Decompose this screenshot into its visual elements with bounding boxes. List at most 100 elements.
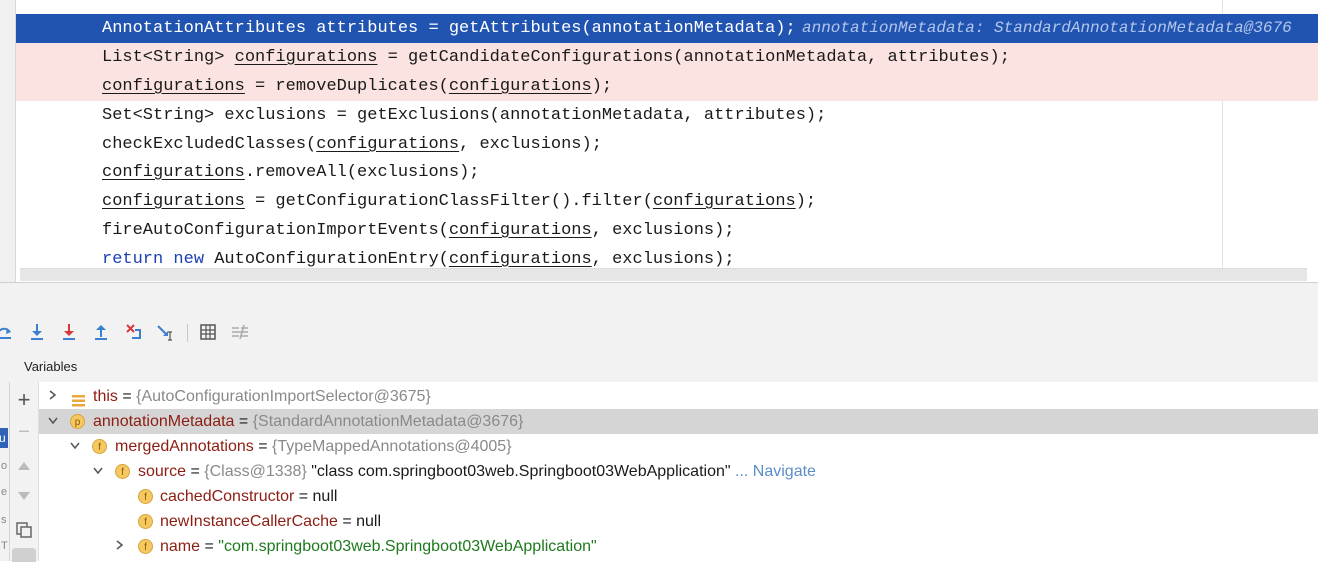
field-badge-icon: f <box>92 439 107 454</box>
variable-name: cachedConstructor <box>160 488 295 505</box>
variable-name: this <box>93 388 118 405</box>
variable-reference[interactable]: configurations <box>449 221 592 240</box>
variable-name: name <box>160 538 201 555</box>
field-badge-icon: f <box>138 539 153 554</box>
variable-value: {Class@1338} <box>204 463 307 480</box>
inline-debug-value-hint: annotationMetadata: StandardAnnotationMe… <box>802 19 1292 37</box>
tree-row-cached-constructor[interactable]: f cachedConstructor = null <box>39 484 1318 509</box>
horizontal-scrollbar[interactable] <box>20 268 1307 281</box>
tree-row-annotation-metadata[interactable]: p annotationMetadata = {StandardAnnotati… <box>39 409 1318 434</box>
tree-row-merged-annotations[interactable]: f mergedAnnotations = {TypeMappedAnnotat… <box>39 434 1318 459</box>
frames-truncated-text: s <box>1 514 7 526</box>
tree-row-name[interactable]: f name = "com.springboot03web.Springboot… <box>39 534 1318 559</box>
variable-reference[interactable]: configurations <box>235 48 378 67</box>
frames-truncated-text: o <box>1 460 8 472</box>
step-over-icon[interactable] <box>0 322 14 342</box>
code-text: , exclusions); <box>459 135 602 154</box>
variable-name: newInstanceCallerCache <box>160 513 338 530</box>
toolbar-divider <box>187 324 188 342</box>
code-text: = getConfigurationClassFilter().filter( <box>244 192 653 211</box>
variables-side-toolbar: + − <box>10 382 39 562</box>
field-badge-icon: f <box>115 464 130 479</box>
frames-truncated-text: e <box>1 486 8 498</box>
code-text: AnnotationAttributes attributes = getAtt… <box>102 19 796 38</box>
variable-value: {TypeMappedAnnotations@4005} <box>272 438 512 455</box>
tree-row-this[interactable]: this = {AutoConfigurationImportSelector@… <box>39 384 1318 409</box>
force-step-into-icon[interactable] <box>59 322 79 342</box>
variable-reference[interactable]: configurations <box>316 135 459 154</box>
code-text: fireAutoConfigurationImportEvents( <box>102 221 449 240</box>
chevron-down-icon[interactable] <box>91 459 105 484</box>
code-text: Set<String> exclusions = getExclusions(a… <box>102 106 827 125</box>
copy-icon[interactable] <box>14 520 34 540</box>
variable-name: annotationMetadata <box>93 413 235 430</box>
tree-row-source[interactable]: f source = {Class@1338} "class com.sprin… <box>39 459 1318 484</box>
debug-toolbar <box>0 316 1318 351</box>
code-text: checkExcludedClasses( <box>102 135 317 154</box>
code-line[interactable]: configurations = getConfigurationClassFi… <box>16 187 1318 216</box>
variable-reference[interactable]: configurations <box>653 192 796 211</box>
trace-current-stream-icon[interactable] <box>230 322 250 342</box>
chevron-down-icon[interactable] <box>46 409 60 434</box>
field-badge-icon: f <box>138 489 153 504</box>
code-text: ); <box>795 192 817 211</box>
code-line[interactable]: checkExcludedClasses(configurations, exc… <box>16 130 1318 159</box>
variable-string-value: "class com.springboot03web.Springboot03W… <box>306 463 731 480</box>
code-line[interactable]: fireAutoConfigurationImportEvents(config… <box>16 216 1318 245</box>
panel-splitter[interactable] <box>0 282 1318 318</box>
variable-reference[interactable]: configurations <box>449 250 592 269</box>
code-text: List<String> <box>102 48 235 67</box>
step-into-icon[interactable] <box>27 322 47 342</box>
navigate-link[interactable]: ... Navigate <box>735 463 816 480</box>
variable-reference[interactable]: configurations <box>449 77 592 96</box>
chevron-down-icon[interactable] <box>68 434 82 459</box>
variable-value: "com.springboot03web.Springboot03WebAppl… <box>218 538 597 555</box>
run-to-cursor-icon[interactable] <box>156 322 176 342</box>
variable-value: null <box>356 513 382 530</box>
code-text: , exclusions); <box>591 221 735 240</box>
move-down-icon[interactable] <box>14 486 34 506</box>
variable-name: mergedAnnotations <box>115 438 254 455</box>
chevron-right-icon[interactable] <box>46 384 60 409</box>
keyword-return: return <box>102 250 164 269</box>
frames-truncated-text: T <box>1 540 8 552</box>
variable-reference[interactable]: configurations <box>102 192 245 211</box>
fields-icon <box>72 390 85 407</box>
editor-gutter[interactable] <box>0 0 16 282</box>
variable-value: {StandardAnnotationMetadata@3676} <box>252 413 524 430</box>
drop-frame-icon[interactable] <box>124 322 144 342</box>
code-editor[interactable]: } AnnotationAttributes attributes = getA… <box>0 0 1318 282</box>
step-out-icon[interactable] <box>91 322 111 342</box>
parameter-badge-icon: p <box>70 414 85 429</box>
settings-button[interactable] <box>12 548 36 562</box>
code-text: , exclusions); <box>591 250 735 269</box>
variable-reference[interactable]: configurations <box>102 77 245 96</box>
move-up-icon[interactable] <box>14 456 34 476</box>
frames-panel-edge: u o e s T <box>0 382 10 561</box>
frames-selected-marker[interactable]: u <box>0 428 8 448</box>
field-badge-icon: f <box>138 514 153 529</box>
variables-tree[interactable]: this = {AutoConfigurationImportSelector@… <box>39 382 1318 561</box>
evaluate-expression-icon[interactable] <box>198 322 218 342</box>
variable-value: null <box>312 488 338 505</box>
tree-row-new-instance-caller-cache[interactable]: f newInstanceCallerCache = null <box>39 509 1318 534</box>
chevron-right-icon[interactable] <box>113 534 127 559</box>
variables-header: Variables <box>0 350 1318 383</box>
keyword-new: new <box>173 250 205 269</box>
code-line-breakpoint[interactable]: List<String> configurations = getCandida… <box>16 43 1318 72</box>
remove-watch-icon[interactable]: − <box>14 421 34 443</box>
code-line[interactable]: Set<String> exclusions = getExclusions(a… <box>16 101 1318 130</box>
code-text: = removeDuplicates( <box>244 77 449 96</box>
variable-value: {AutoConfigurationImportSelector@3675} <box>136 388 431 405</box>
variables-title: Variables <box>24 359 78 374</box>
code-text: .removeAll(exclusions); <box>244 163 480 182</box>
code-line[interactable]: configurations.removeAll(exclusions); <box>16 158 1318 187</box>
add-watch-icon[interactable]: + <box>14 387 34 412</box>
variable-reference[interactable]: configurations <box>102 163 245 182</box>
code-line-breakpoint[interactable]: configurations = removeDuplicates(config… <box>16 72 1318 101</box>
code-text: AutoConfigurationEntry( <box>204 250 449 269</box>
code-text: = getCandidateConfigurations(annotationM… <box>377 48 1010 67</box>
code-line-execution-point[interactable]: AnnotationAttributes attributes = getAtt… <box>16 14 1318 43</box>
code-text: ); <box>591 77 613 96</box>
variable-name: source <box>138 463 187 480</box>
